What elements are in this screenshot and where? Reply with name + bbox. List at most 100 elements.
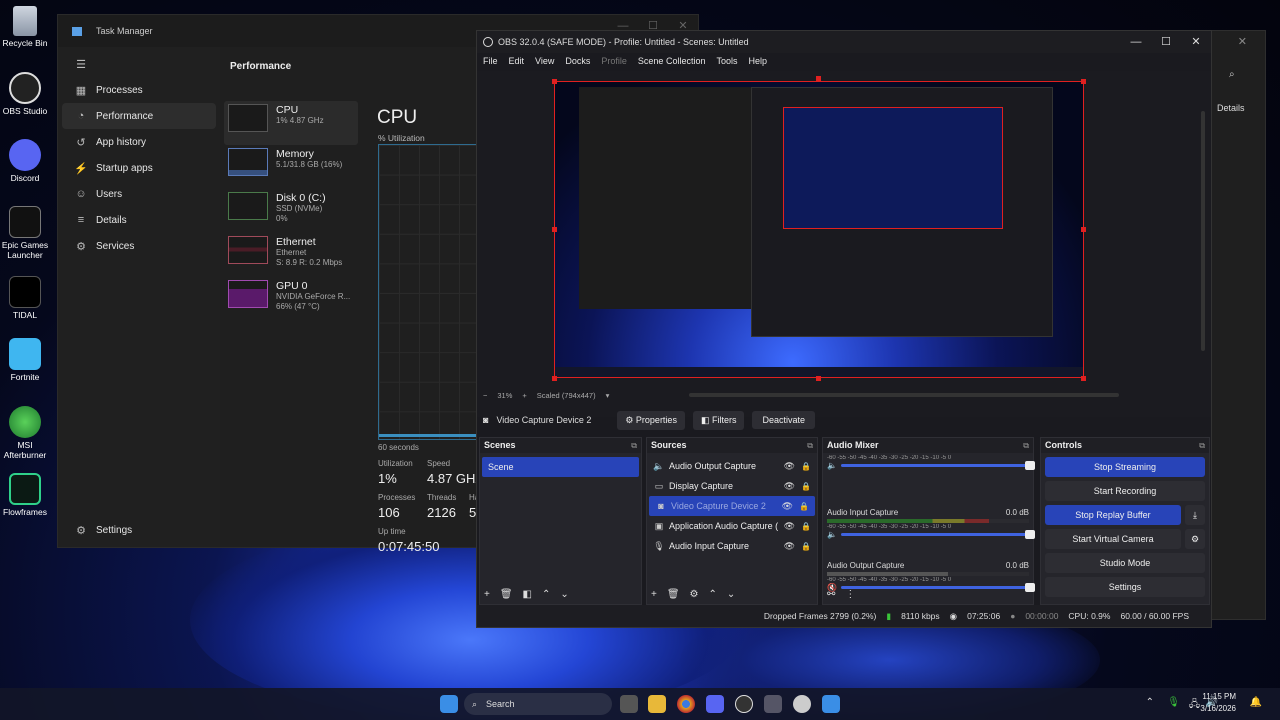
gear-icon[interactable]: ⚙ <box>690 589 699 600</box>
nav-processes[interactable]: ▦ Processes <box>62 77 216 103</box>
perf-item-gpu[interactable]: GPU 0 NVIDIA GeForce R... 66% (47 °C) <box>224 277 358 321</box>
obs-icon[interactable] <box>735 695 753 713</box>
start-recording-button[interactable]: Start Recording <box>1045 481 1205 501</box>
discord-icon[interactable] <box>706 695 724 713</box>
desktop-icon-tidal[interactable]: TIDAL <box>0 276 50 320</box>
preview-scrollbar[interactable] <box>1201 111 1205 351</box>
zoom-in-icon[interactable]: + <box>522 391 526 400</box>
horizontal-scrollbar[interactable] <box>689 393 1120 397</box>
task-view-icon[interactable] <box>620 695 638 713</box>
nav-startup-apps[interactable]: ⚡ Startup apps <box>62 155 216 181</box>
desktop-icon-msi[interactable]: MSI Afterburner <box>0 406 50 460</box>
transform-handle[interactable] <box>1081 79 1086 84</box>
transform-handle[interactable] <box>552 376 557 381</box>
desktop-icon-obs[interactable]: OBS Studio <box>0 72 50 116</box>
studio-mode-button[interactable]: Studio Mode <box>1045 553 1205 573</box>
add-icon[interactable]: + <box>484 589 490 600</box>
nav-settings[interactable]: ⚙ Settings <box>62 517 216 543</box>
preview-source-frame[interactable] <box>554 81 1084 378</box>
tray-mic-icon[interactable]: 🎙 <box>1167 697 1180 708</box>
source-item[interactable]: 🎙 Audio Input Capture 👁 🔒 <box>647 536 817 556</box>
search-icon[interactable]: ⌕ <box>1229 69 1235 80</box>
add-icon[interactable]: + <box>651 589 657 600</box>
start-virtual-camera-button[interactable]: Start Virtual Camera <box>1045 529 1181 549</box>
popout-icon[interactable]: ⧉ <box>1199 438 1205 453</box>
details-tab[interactable]: Details <box>1217 103 1245 113</box>
virtual-camera-settings-icon[interactable]: ⚙ <box>1185 529 1205 549</box>
stop-streaming-button[interactable]: Stop Streaming <box>1045 457 1205 477</box>
more-options-icon[interactable]: ⋮ <box>845 589 855 600</box>
taskbar-search[interactable]: ⌕ Search <box>464 693 612 715</box>
menu-help[interactable]: Help <box>748 56 767 66</box>
app-icon[interactable] <box>793 695 811 713</box>
source-item-selected[interactable]: ◙ Video Capture Device 2 👁 🔒 <box>649 496 815 516</box>
transform-handle[interactable] <box>1081 227 1086 232</box>
volume-slider[interactable] <box>840 461 1036 470</box>
nav-details[interactable]: ≡ Details <box>62 207 216 233</box>
transform-handle[interactable] <box>816 376 821 381</box>
menu-edit[interactable]: Edit <box>509 56 525 66</box>
settings-button[interactable]: Settings <box>1045 577 1205 597</box>
start-menu-icon[interactable] <box>440 695 458 713</box>
close-icon[interactable]: ✕ <box>1238 35 1247 48</box>
menu-tools[interactable]: Tools <box>716 56 737 66</box>
transform-handle[interactable] <box>552 79 557 84</box>
menu-view[interactable]: View <box>535 56 554 66</box>
desktop-icon-discord[interactable]: Discord <box>0 139 50 183</box>
volume-slider[interactable] <box>840 530 1036 539</box>
lock-icon[interactable]: 🔒 <box>801 482 811 491</box>
move-down-icon[interactable]: ⌄ <box>727 589 735 600</box>
obs-preview[interactable] <box>477 71 1211 417</box>
properties-button[interactable]: ⚙ Properties <box>617 410 685 430</box>
speaker-icon[interactable]: 🔈 <box>827 461 837 470</box>
nav-performance[interactable]: ◔ Performance <box>62 103 216 129</box>
filters-button[interactable]: ◧ Filters <box>692 410 745 430</box>
trash-icon[interactable]: 🗑 <box>500 589 513 600</box>
popout-icon[interactable]: ⧉ <box>807 438 813 453</box>
stop-replay-buffer-button[interactable]: Stop Replay Buffer <box>1045 505 1181 525</box>
network-icon[interactable]: 🖧 <box>1189 697 1200 714</box>
task-manager-icon[interactable] <box>822 695 840 713</box>
popout-icon[interactable]: ⧉ <box>631 438 637 453</box>
perf-item-disk[interactable]: Disk 0 (C:) SSD (NVMe) 0% <box>224 189 358 233</box>
eye-icon[interactable]: 👁 <box>784 521 795 532</box>
nav-app-history[interactable]: ↺ App history <box>62 129 216 155</box>
eye-icon[interactable]: 👁 <box>784 541 795 552</box>
save-replay-icon[interactable]: ⤓ <box>1185 505 1205 525</box>
perf-item-ethernet[interactable]: Ethernet Ethernet S: 8.9 R: 0.2 Mbps <box>224 233 358 277</box>
close-icon[interactable]: ✕ <box>1181 31 1211 53</box>
lock-icon[interactable]: 🔒 <box>801 462 811 471</box>
lock-icon[interactable]: 🔒 <box>801 542 811 551</box>
eye-icon[interactable]: 👁 <box>784 461 795 472</box>
maximize-icon[interactable]: ☐ <box>1151 31 1181 53</box>
desktop-icon-fortnite[interactable]: Fortnite <box>0 338 50 382</box>
transform-handle[interactable] <box>1081 376 1086 381</box>
zoom-out-icon[interactable]: − <box>483 391 487 400</box>
nav-users[interactable]: ☺ Users <box>62 181 216 207</box>
deactivate-button[interactable]: Deactivate <box>752 411 815 429</box>
transform-handle[interactable] <box>816 76 821 81</box>
perf-item-cpu[interactable]: CPU 1% 4.87 GHz <box>224 101 358 145</box>
menu-file[interactable]: File <box>483 56 498 66</box>
transform-handle[interactable] <box>552 227 557 232</box>
popout-icon[interactable]: ⧉ <box>1023 438 1029 453</box>
desktop-icon-recycle-bin[interactable]: Recycle Bin <box>0 6 50 48</box>
desktop-icon-epic[interactable]: Epic Games Launcher <box>0 206 50 260</box>
menu-scene-collection[interactable]: Scene Collection <box>638 56 706 66</box>
notification-bell-icon[interactable]: 🔔 <box>1250 697 1262 708</box>
speaker-icon[interactable]: 🔈 <box>827 530 837 539</box>
source-item[interactable]: ▣ Application Audio Capture (👁 🔒 <box>647 516 817 536</box>
source-item[interactable]: 🔈 Audio Output Capture 👁 🔒 <box>647 456 817 476</box>
minimize-icon[interactable]: — <box>1121 31 1151 53</box>
settings-gear-icon[interactable] <box>764 695 782 713</box>
lock-icon[interactable]: 🔒 <box>799 502 809 511</box>
move-down-icon[interactable]: ⌄ <box>560 589 568 600</box>
chrome-icon[interactable] <box>677 695 695 713</box>
eye-icon[interactable]: 👁 <box>782 501 793 512</box>
source-item[interactable]: ▭ Display Capture 👁 🔒 <box>647 476 817 496</box>
volume-slider[interactable] <box>840 583 1036 592</box>
filter-icon[interactable]: ◧ <box>523 589 532 600</box>
nav-services[interactable]: ⚙ Services <box>62 233 216 259</box>
eye-icon[interactable]: 👁 <box>784 481 795 492</box>
tray-chevron-icon[interactable]: ⌃ <box>1146 697 1154 708</box>
